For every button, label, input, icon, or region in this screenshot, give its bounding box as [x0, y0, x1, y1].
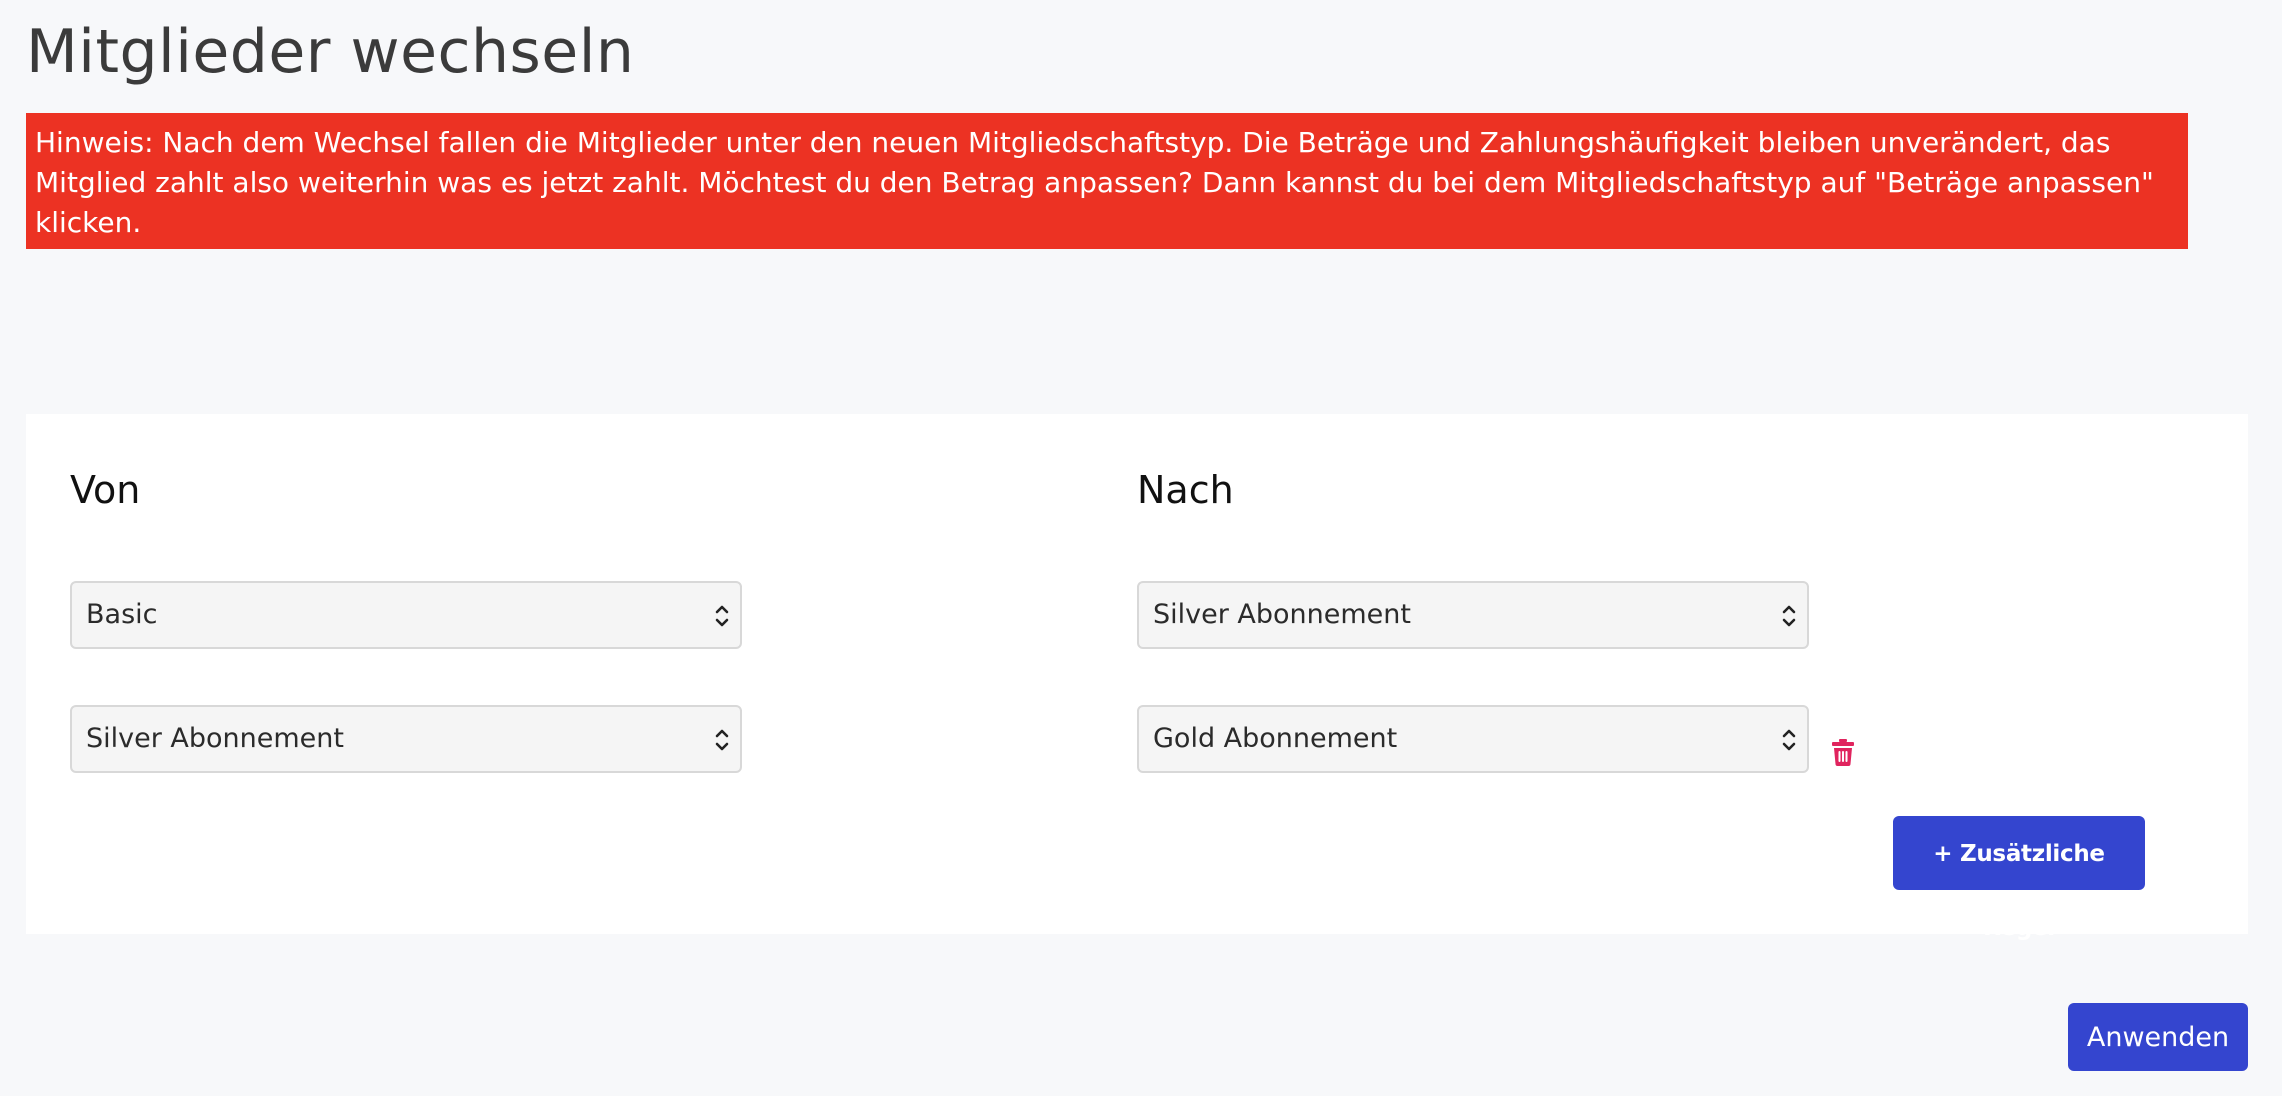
- page-title: Mitglieder wechseln: [26, 17, 635, 87]
- to-select-row-2[interactable]: Gold Abonnement: [1137, 705, 1809, 773]
- trash-icon[interactable]: [1831, 739, 1855, 766]
- chevron-up-down-icon: [1782, 605, 1796, 627]
- apply-button[interactable]: Anwenden: [2068, 1003, 2248, 1071]
- from-select-row-2[interactable]: Silver Abonnement: [70, 705, 742, 773]
- notice-banner: Hinweis: Nach dem Wechsel fallen die Mit…: [26, 113, 2188, 249]
- to-select-value: Gold Abonnement: [1153, 723, 1398, 754]
- to-select-value: Silver Abonnement: [1153, 599, 1411, 630]
- from-select-value: Basic: [86, 599, 158, 630]
- from-select-value: Silver Abonnement: [86, 723, 344, 754]
- chevron-up-down-icon: [1782, 729, 1796, 751]
- from-heading: Von: [70, 468, 141, 512]
- add-rule-button[interactable]: + Zusätzliche Regel: [1893, 816, 2145, 941]
- from-select-row-1[interactable]: Basic: [70, 581, 742, 649]
- chevron-up-down-icon: [715, 605, 729, 627]
- to-heading: Nach: [1137, 468, 1234, 512]
- rules-card: Von Nach Basic Silver Abonnement Silver …: [26, 414, 2248, 941]
- to-select-row-1[interactable]: Silver Abonnement: [1137, 581, 1809, 649]
- chevron-up-down-icon: [715, 729, 729, 751]
